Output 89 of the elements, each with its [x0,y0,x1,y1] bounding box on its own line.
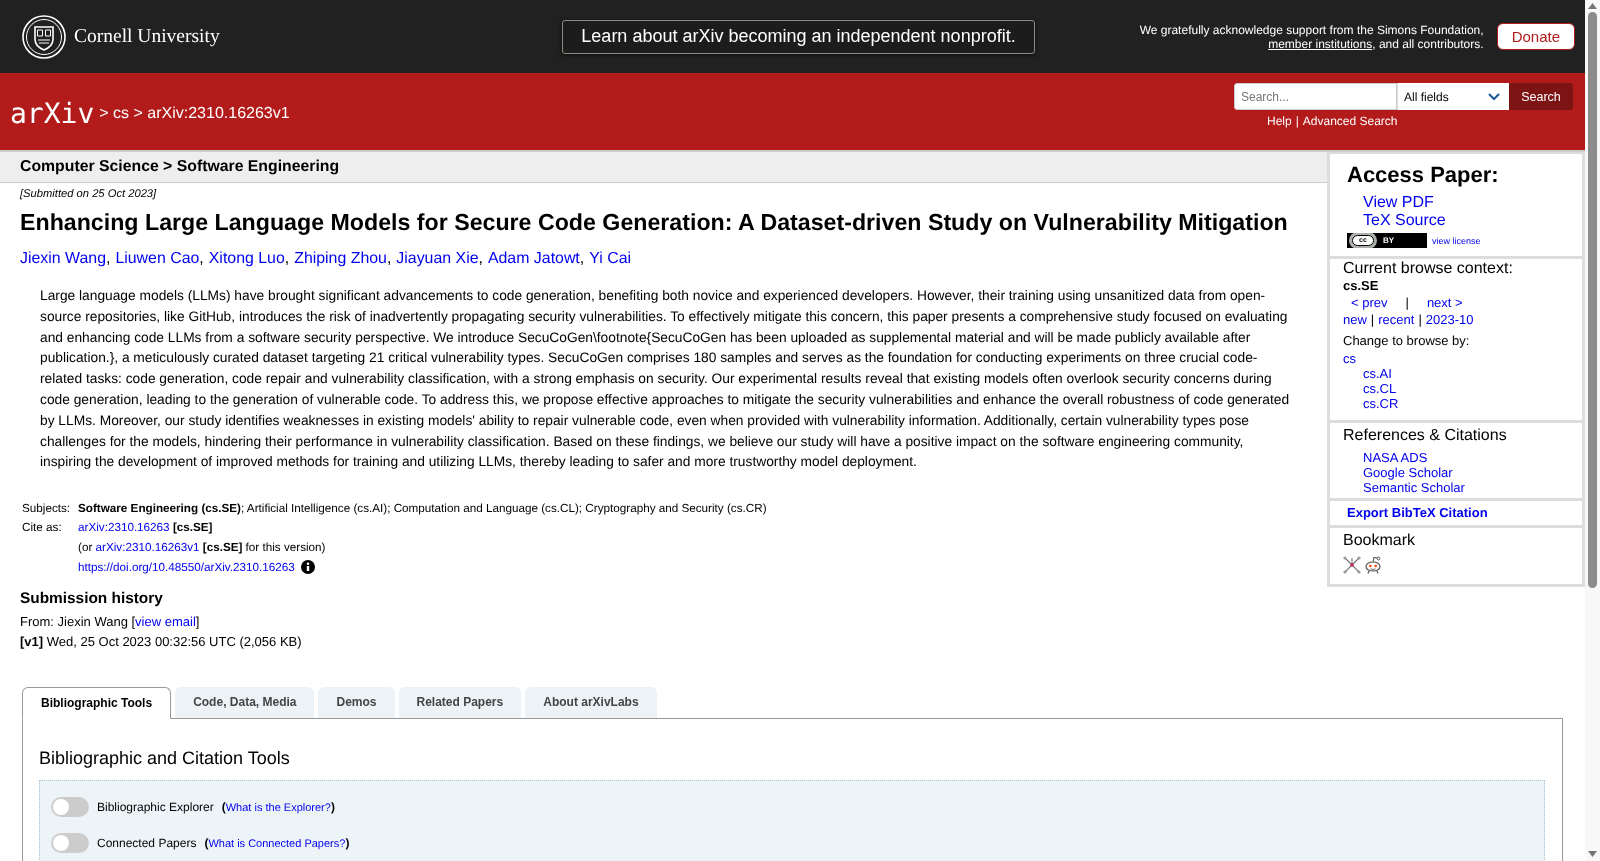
current-category: cs.SE [1343,278,1379,293]
shield-emblem-icon [22,14,66,59]
author-link[interactable]: Adam Jatowt [487,249,580,268]
doi-link[interactable]: https://doi.org/10.48550/arXiv.2310.16263 [78,560,295,574]
university-name[interactable]: Cornell University [74,25,220,48]
help-note: (What is Connected Papers?) [204,835,350,850]
license-code: BY [1383,235,1395,247]
breadcrumb[interactable]: > cs > arXiv:2310.16263v1 [99,105,290,123]
header-link[interactable]: Help [1267,114,1292,128]
link-separator: | [1405,295,1409,311]
author-separator: , [199,249,204,268]
help-note: (What is the Explorer?) [221,799,335,814]
search-field[interactable]: Search... [1234,83,1397,110]
tab[interactable]: Code, Data, Media [175,686,315,718]
tab[interactable]: Bibliographic Tools [22,686,172,719]
tab[interactable]: Related Papers [398,686,522,718]
announcement-banner[interactable]: Learn about arXiv becoming an independent nonprofit. [562,19,1035,54]
author-link[interactable]: Yi Cai [589,249,632,268]
search-button[interactable]: Search [1509,83,1573,110]
access-link[interactable]: TeX Source [1363,212,1446,230]
author-separator: , [386,249,392,268]
author-separator: , [105,249,111,268]
link-separator: | [1370,312,1375,328]
view-email-link[interactable]: view email [135,613,196,629]
author-link[interactable]: Xitong Luo [208,249,285,268]
submission-date: [Submitted on 25 Oct 2023] [20,188,157,201]
author-separator: , [284,249,290,268]
listing-link[interactable]: 2023-10 [1425,312,1474,328]
category-link[interactable]: cs.CL [1363,381,1397,396]
category-link[interactable]: cs [1343,351,1356,366]
abstract-text: Large language models (LLMs) have brought significant advancements to code generation, benefiting both novice and experienced developers. However, their training using unsanitized data from open-source repositories, like GitHub, introduces the risk of inadvertently propagating security vulnerabilities. To effectively mitigate this concern, this paper presents a comprehensive study focused on evaluating and enhancing code LLMs from a software security perspective. We introduce SecuCoGen\footnote{SecuCoGen has been uploaded as supplemental material and will be made publicly available after publication.}, a meticulously curated dataset targeting 21 critical vulnerability types. SecuCoGen comprises 180 samples and serves as the foundation for conducting experiments on three crucial code-related tasks: code generation, code repair and vulnerability classification, with a strong emphasis on security. Our experimental results reveal that existing models often overlook security concerns during code generation, leading to the generation of vulnerable code. To address this, we propose effective approaches to mitigate the security vulnerabilities and enhance the overall robustness of code generated by LLMs. Moreover, our study identifies weaknesses in existing models' ability to repair vulnerable code, even when provided with vulnerability information. Additionally, certain vulnerability types pose challenges for the models, hindering their performance in vulnerability classification. Based on these findings, we believe our study will have a positive impact on the software engineering community, inspiring the development of improved methods for training and utilizing LLMs, thereby leading to safer and more trustworthy model deployment. [40,287,1291,472]
donate-button[interactable]: Donate [1496,23,1575,50]
sidebar-heading: Bookmark [1343,532,1416,550]
version-line: [v1] Wed, 25 Oct 2023 00:32:56 UTC (2,056 KB) [20,632,302,651]
citation-line: arXiv:2310.16263 [cs.SE] [78,521,214,535]
scrollbar[interactable] [1585,0,1600,861]
scroll-up-arrow-icon[interactable] [1588,3,1597,9]
browse-label: Change to browse by: [1343,333,1470,349]
category-link[interactable]: cs.AI [1363,366,1392,381]
field-select[interactable]: All fields [1397,83,1509,110]
listing-link[interactable]: recent [1378,312,1415,328]
tool-label: Bibliographic Explorer [97,799,214,814]
category-heading: Computer Science > Software Engineering [0,152,1327,183]
toggle-switch[interactable] [51,832,89,853]
field-label: Cite as: [22,521,63,535]
link-separator: | [1295,114,1299,128]
sidebar-heading: Current browse context: [1343,260,1513,278]
arxiv-id-link[interactable]: arXiv:2310.16263v1 [95,540,200,554]
reference-link[interactable]: Semantic Scholar [1363,480,1465,495]
explanation-link[interactable]: What is the Explorer? [225,801,331,814]
author-link[interactable]: Zhiping Zhou [294,249,387,268]
scrollbar-thumb[interactable] [1588,12,1597,588]
subjects-text: Software Engineering (cs.SE); Artificial Intelligence (cs.AI); Computation and Language (cs.CL); Cryptography and Security (cs.CR) [78,501,767,515]
author-separator: , [478,249,483,268]
alien-head-icon[interactable] [1364,556,1382,574]
site-logo[interactable]: arXiv [10,100,95,128]
reference-link[interactable]: Google Scholar [1363,465,1453,480]
reference-link[interactable]: NASA ADS [1363,450,1428,465]
prev-link[interactable]: < prev [1351,295,1388,311]
submitter-line: From: Jiexin Wang [view email] [20,612,200,631]
next-link[interactable]: next > [1426,295,1463,311]
info-icon[interactable] [300,560,315,575]
chevron-down-icon [1488,92,1500,101]
support-note: We gratefully acknowledge support from the Simons Foundation, member institutions, and all contributors. [1138,22,1484,51]
tab[interactable]: Demos [318,686,395,718]
license-link[interactable]: view license [1432,235,1481,246]
tab[interactable]: About arXivLabs [525,686,657,718]
link-separator: | [1418,312,1422,328]
category-link[interactable]: cs.CR [1363,396,1399,411]
arxiv-id-link[interactable]: arXiv:2310.16263 [78,521,170,535]
scroll-down-arrow-icon[interactable] [1588,851,1597,857]
access-link[interactable]: View PDF [1363,194,1434,212]
panel-heading: Bibliographic and Citation Tools [39,746,291,769]
listing-link[interactable]: new [1343,312,1367,328]
field-label: Subjects: [22,501,72,515]
author-link[interactable]: Jiexin Wang [20,249,106,268]
citation-line: (or arXiv:2310.16263v1 [cs.SE] for this version) [78,540,327,554]
header-link[interactable]: Advanced Search [1302,114,1398,128]
toggle-switch[interactable] [51,796,89,817]
tool-label: Connected Papers [97,835,197,850]
author-link[interactable]: Jiayuan Xie [396,249,479,268]
author-link[interactable]: Liuwen Cao [115,249,200,268]
explanation-link[interactable]: What is Connected Papers? [208,837,346,850]
author-separator: , [579,249,585,268]
paper-title: Enhancing Large Language Models for Secure Code Generation: A Dataset-driven Study on Vulnerability Mitigation [20,208,1288,236]
section-heading: Submission history [20,589,163,608]
sidebar-heading: Access Paper: [1347,162,1499,188]
network-icon[interactable] [1343,556,1361,574]
sidebar-heading: References & Citations [1343,427,1507,445]
